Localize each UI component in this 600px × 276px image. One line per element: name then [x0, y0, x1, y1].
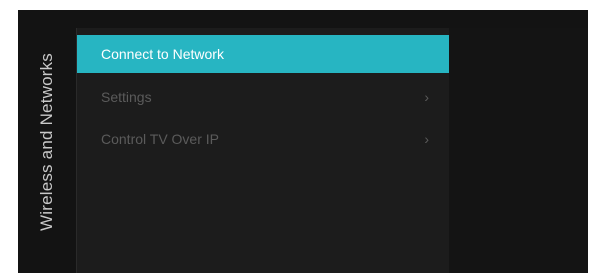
tv-settings-screen: Wireless and Networks Connect to Network… [18, 10, 588, 273]
menu-panel: Connect to Network Settings › Control TV… [77, 28, 449, 273]
sidebar: Wireless and Networks [18, 10, 76, 273]
sidebar-title: Wireless and Networks [37, 52, 56, 231]
menu-item-label: Connect to Network [101, 46, 224, 62]
menu-item-connect-to-network[interactable]: Connect to Network [77, 35, 449, 73]
menu-item-settings[interactable]: Settings › [77, 78, 449, 116]
menu-item-control-tv-over-ip[interactable]: Control TV Over IP › [77, 120, 449, 158]
menu-item-label: Settings [101, 89, 152, 105]
detail-panel [449, 28, 588, 273]
chevron-right-icon: › [424, 89, 429, 105]
chevron-right-icon: › [424, 131, 429, 147]
menu-item-label: Control TV Over IP [101, 131, 220, 147]
